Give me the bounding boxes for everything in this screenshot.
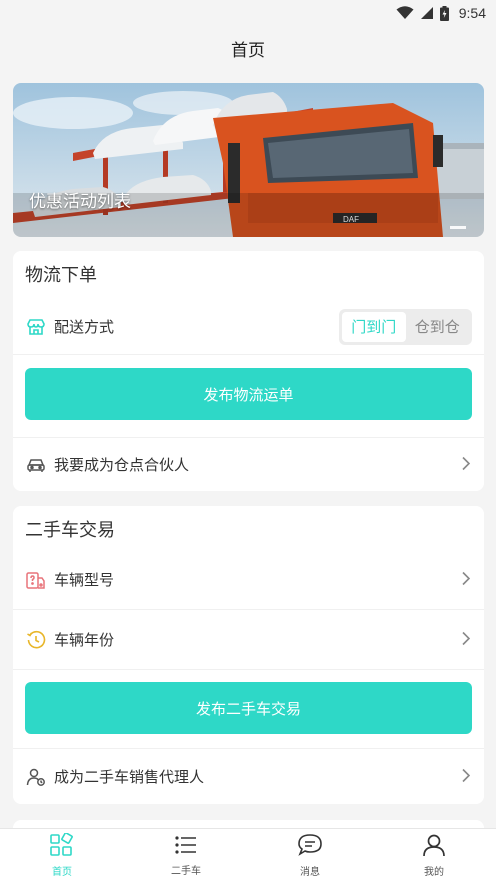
wifi-icon <box>396 6 414 20</box>
option-door-to-door[interactable]: 门到门 <box>342 311 406 342</box>
status-bar: 9:54 <box>0 0 496 26</box>
page-title: 首页 <box>231 40 265 61</box>
become-partner-row[interactable]: 我要成为仓点合伙人 <box>13 437 484 491</box>
delivery-method-label: 配送方式 <box>54 318 115 336</box>
chevron-right-icon <box>462 630 471 649</box>
publish-used-car-button[interactable]: 发布二手车交易 <box>25 682 472 734</box>
user-icon <box>422 833 446 861</box>
tab-used-car-label: 二手车 <box>171 866 201 877</box>
promo-banner[interactable]: DAF 优惠活动列表 <box>13 83 484 237</box>
tab-home[interactable]: 首页 <box>0 829 124 882</box>
bottom-tab-bar: 首页 二手车 消息 我的 <box>0 828 496 882</box>
tab-profile-label: 我的 <box>424 867 444 878</box>
banner-image: DAF <box>13 83 484 237</box>
car-model-icon <box>25 569 47 591</box>
delivery-method-row: 配送方式 门到门 仓到仓 <box>13 299 484 355</box>
message-icon <box>297 833 323 861</box>
vehicle-model-label: 车辆型号 <box>54 571 115 589</box>
used-car-card: 二手车交易 车辆型号 车辆年份 发布二手车交易 成为二手车销售代理人 <box>13 506 484 804</box>
chevron-right-icon <box>462 767 471 786</box>
store-icon <box>25 316 47 338</box>
become-partner-label: 我要成为仓点合伙人 <box>54 456 190 474</box>
list-icon <box>174 834 198 860</box>
used-car-title: 二手车交易 <box>25 520 115 541</box>
tab-used-car[interactable]: 二手车 <box>124 829 248 882</box>
logistics-card: 物流下单 配送方式 门到门 仓到仓 发布物流运单 我要成为仓点合伙人 <box>13 251 484 491</box>
chevron-right-icon <box>462 455 471 474</box>
chevron-right-icon <box>462 570 471 589</box>
become-agent-row[interactable]: 成为二手车销售代理人 <box>13 748 484 804</box>
tab-messages-label: 消息 <box>300 867 320 878</box>
battery-icon <box>439 5 449 21</box>
tab-messages[interactable]: 消息 <box>248 829 372 882</box>
tab-profile[interactable]: 我的 <box>372 829 496 882</box>
become-agent-label: 成为二手车销售代理人 <box>54 768 205 786</box>
delivery-method-toggle[interactable]: 门到门 仓到仓 <box>339 308 472 345</box>
home-grid-icon <box>49 832 75 861</box>
vehicle-model-row[interactable]: 车辆型号 <box>13 550 484 610</box>
option-warehouse-to-warehouse[interactable]: 仓到仓 <box>406 312 470 342</box>
banner-indicator <box>450 226 466 229</box>
tab-home-label: 首页 <box>52 867 72 878</box>
signal-icon <box>420 6 434 20</box>
status-time: 9:54 <box>458 5 486 21</box>
publish-logistics-order-button[interactable]: 发布物流运单 <box>25 368 472 420</box>
car-icon <box>25 454 47 476</box>
vehicle-year-label: 车辆年份 <box>54 631 115 649</box>
banner-caption: 优惠活动列表 <box>29 192 131 212</box>
logistics-title: 物流下单 <box>25 265 97 286</box>
vehicle-year-row[interactable]: 车辆年份 <box>13 610 484 670</box>
clock-icon <box>25 629 47 651</box>
agent-user-icon <box>25 766 47 788</box>
